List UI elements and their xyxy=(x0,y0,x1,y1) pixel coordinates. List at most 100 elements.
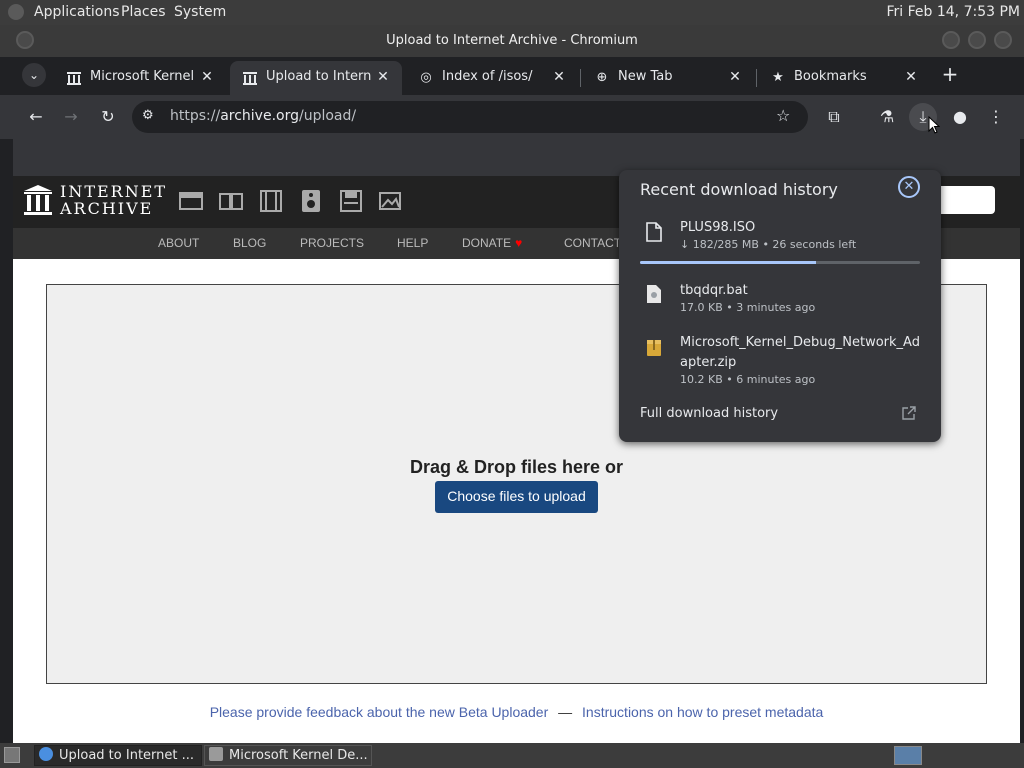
tab-strip: ⌄ Microsoft Kernel D ✕ Upload to Interne… xyxy=(0,57,1024,95)
workspace-switcher[interactable] xyxy=(894,746,922,765)
labs-button[interactable]: ⚗ xyxy=(873,103,901,131)
drop-instructions: Drag & Drop files here or xyxy=(409,457,624,477)
script-file-icon xyxy=(646,284,662,304)
minimize-button[interactable] xyxy=(942,31,960,49)
images-icon[interactable] xyxy=(379,189,403,213)
tab-microsoft-kernel[interactable]: Microsoft Kernel D ✕ xyxy=(54,61,226,95)
tab-title: New Tab xyxy=(618,69,673,84)
download-filename: tbqdqr.bat xyxy=(680,283,748,298)
chromium-icon xyxy=(39,747,53,761)
bookmark-star-icon[interactable]: ☆ xyxy=(776,106,790,125)
address-bar[interactable]: ⚙ https://archive.org/upload/ ☆ xyxy=(132,101,808,133)
forward-button[interactable]: → xyxy=(57,103,85,131)
tab-title: Bookmarks xyxy=(794,69,867,84)
close-tab-icon[interactable]: ✕ xyxy=(198,68,216,86)
zip-file-icon xyxy=(646,337,662,357)
browser-window: Upload to Internet Archive - Chromium ⌄ … xyxy=(0,25,1024,743)
arrow-left-icon: ← xyxy=(29,107,43,126)
reload-button[interactable]: ↻ xyxy=(94,103,122,131)
applications-menu[interactable]: Applications xyxy=(34,4,120,20)
tab-index-isos[interactable]: ◎ Index of /isos/ ✕ xyxy=(406,61,578,95)
globe-icon: ⊕ xyxy=(596,70,608,85)
close-tab-icon[interactable]: ✕ xyxy=(550,68,568,86)
nav-projects[interactable]: PROJECTS xyxy=(300,236,364,250)
tab-upload-active[interactable]: Upload to Internet ✕ xyxy=(230,61,402,95)
reload-icon: ↻ xyxy=(101,107,115,126)
link-separator: — xyxy=(558,704,573,720)
download-filename: PLUS98.ISO xyxy=(680,220,756,235)
person-icon: ● xyxy=(953,107,967,126)
show-desktop-icon[interactable] xyxy=(4,747,20,763)
close-tab-icon[interactable]: ✕ xyxy=(902,68,920,86)
tab-separator xyxy=(580,69,581,87)
nav-contact[interactable]: CONTACT xyxy=(564,236,621,250)
maximize-button[interactable] xyxy=(968,31,986,49)
download-icon: ⤓ xyxy=(919,107,927,126)
audio-icon[interactable] xyxy=(299,189,323,213)
puzzle-icon: ⧉ xyxy=(828,107,840,126)
globe-icon: ◎ xyxy=(420,70,432,85)
nav-about[interactable]: ABOUT xyxy=(158,236,199,250)
download-progress-bar xyxy=(640,261,920,264)
tab-new-tab[interactable]: ⊕ New Tab ✕ xyxy=(582,61,754,95)
tab-title: Index of /isos/ xyxy=(442,69,533,84)
ia-logo-text[interactable]: INTERNET ARCHIVE xyxy=(60,183,167,217)
back-button[interactable]: ← xyxy=(22,103,50,131)
download-item-zip[interactable]: Microsoft_Kernel_Debug_Network_Adapter.z… xyxy=(619,333,941,395)
download-status: ↓ 182/285 MB • 26 seconds left xyxy=(680,238,857,251)
tab-title: Microsoft Kernel D xyxy=(90,69,194,84)
download-popup-title: Recent download history xyxy=(640,180,838,199)
site-info-icon[interactable]: ⚙ xyxy=(142,108,154,123)
choose-files-button[interactable]: Choose files to upload xyxy=(435,481,598,513)
folder-icon xyxy=(209,747,223,761)
bottom-taskbar: Upload to Internet ... Microsoft Kernel … xyxy=(0,743,1024,768)
taskbar-item-upload[interactable]: Upload to Internet ... xyxy=(34,745,202,766)
system-menu[interactable]: System xyxy=(174,4,226,20)
close-tab-icon[interactable]: ✕ xyxy=(726,68,744,86)
tab-search-button[interactable]: ⌄ xyxy=(22,63,46,87)
profile-button[interactable]: ● xyxy=(946,103,974,131)
ia-search-input[interactable] xyxy=(933,186,995,214)
taskbar-item-label: Microsoft Kernel De... xyxy=(229,748,368,763)
close-tab-icon[interactable]: ✕ xyxy=(374,68,392,86)
download-history-popup: Recent download history ✕ PLUS98.ISO ↓ 1… xyxy=(619,170,941,442)
download-filename: Microsoft_Kernel_Debug_Network_Adapter.z… xyxy=(680,335,920,370)
nav-blog[interactable]: BLOG xyxy=(233,236,266,250)
open-in-new-icon[interactable] xyxy=(902,406,918,422)
window-title: Upload to Internet Archive - Chromium xyxy=(386,33,638,48)
full-download-history-link[interactable]: Full download history xyxy=(640,406,778,421)
mouse-cursor-icon xyxy=(928,116,940,134)
window-titlebar[interactable]: Upload to Internet Archive - Chromium xyxy=(0,25,1024,57)
archive-logo-icon[interactable] xyxy=(23,184,53,216)
tab-title: Upload to Internet xyxy=(266,69,372,84)
download-item-bat[interactable]: tbqdqr.bat 17.0 KB • 3 minutes ago xyxy=(619,281,941,325)
archive-icon xyxy=(242,70,258,86)
close-icon[interactable]: ✕ xyxy=(898,176,920,198)
new-tab-button[interactable]: + xyxy=(938,63,962,87)
system-logo-icon[interactable] xyxy=(8,4,24,20)
feedback-link[interactable]: Please provide feedback about the new Be… xyxy=(210,704,549,720)
web-icon[interactable] xyxy=(179,189,203,213)
nav-help[interactable]: HELP xyxy=(397,236,428,250)
chevron-down-icon: ⌄ xyxy=(28,68,40,82)
instructions-link[interactable]: Instructions on how to preset metadata xyxy=(582,704,823,720)
feedback-row: Please provide feedback about the new Be… xyxy=(13,704,1020,720)
software-icon[interactable] xyxy=(339,189,363,213)
film-icon[interactable] xyxy=(259,189,283,213)
extensions-button[interactable]: ⧉ xyxy=(820,103,848,131)
flask-icon: ⚗ xyxy=(879,107,895,126)
tab-bookmarks[interactable]: ★ Bookmarks ✕ xyxy=(758,61,930,95)
download-progress-fill xyxy=(640,261,817,264)
close-window-button[interactable] xyxy=(994,31,1012,49)
archive-icon xyxy=(66,70,82,86)
places-menu[interactable]: Places xyxy=(121,4,166,20)
heart-icon: ♥ xyxy=(515,236,523,250)
star-icon: ★ xyxy=(772,70,784,85)
kebab-menu-icon: ⋮ xyxy=(988,107,1004,126)
nav-donate[interactable]: DONATE ♥ xyxy=(462,236,522,250)
taskbar-item-microsoft-kernel[interactable]: Microsoft Kernel De... xyxy=(204,745,372,766)
browser-toolbar: ← → ↻ ⚙ https://archive.org/upload/ ☆ ⧉ … xyxy=(0,95,1024,139)
clock[interactable]: Fri Feb 14, 7:53 PM xyxy=(887,4,1021,20)
book-icon[interactable] xyxy=(219,189,243,213)
menu-button[interactable]: ⋮ xyxy=(982,103,1010,131)
